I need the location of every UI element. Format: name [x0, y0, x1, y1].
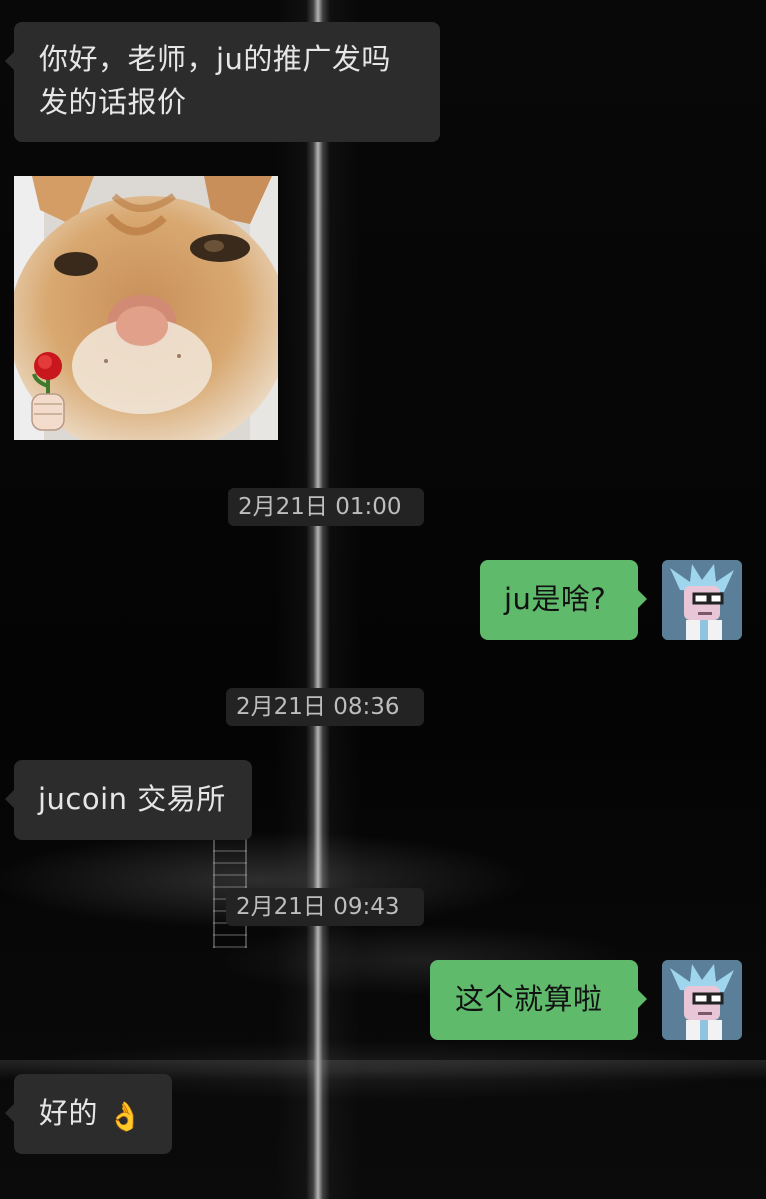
user-avatar[interactable] [662, 960, 742, 1040]
cartoon-scientist-avatar-icon [662, 560, 742, 640]
incoming-message-2[interactable]: jucoin 交易所 [5, 760, 252, 840]
outgoing-message-1[interactable]: ju是啥? [480, 560, 647, 640]
ok-hand-emoji: 👌 [107, 1100, 144, 1133]
user-avatar[interactable] [662, 560, 742, 640]
message-text: jucoin 交易所 [38, 782, 226, 816]
cartoon-scientist-avatar-icon [662, 960, 742, 1040]
timestamp-3: 2月21日 09:43 [226, 888, 424, 926]
message-text-line-2: 发的话报价 [39, 85, 187, 119]
timestamp-1: 2月21日 01:00 [228, 488, 424, 526]
cat-rose-sticker[interactable] [14, 176, 278, 440]
message-text: 这个就算啦 [455, 982, 603, 1016]
light-beam [306, 0, 330, 1199]
message-text-line-1: 你好，老师，ju的推广发吗 [39, 42, 391, 76]
incoming-message-1[interactable]: 你好，老师，ju的推广发吗 发的话报价 [5, 22, 440, 142]
message-text: 好的 [39, 1096, 99, 1130]
cat-holding-rose-sticker-image [14, 176, 278, 440]
message-text: ju是啥? [504, 582, 607, 616]
outgoing-message-2[interactable]: 这个就算啦 [430, 960, 647, 1040]
timestamp-2: 2月21日 08:36 [226, 688, 424, 726]
incoming-message-3[interactable]: 好的 👌 [5, 1074, 172, 1154]
